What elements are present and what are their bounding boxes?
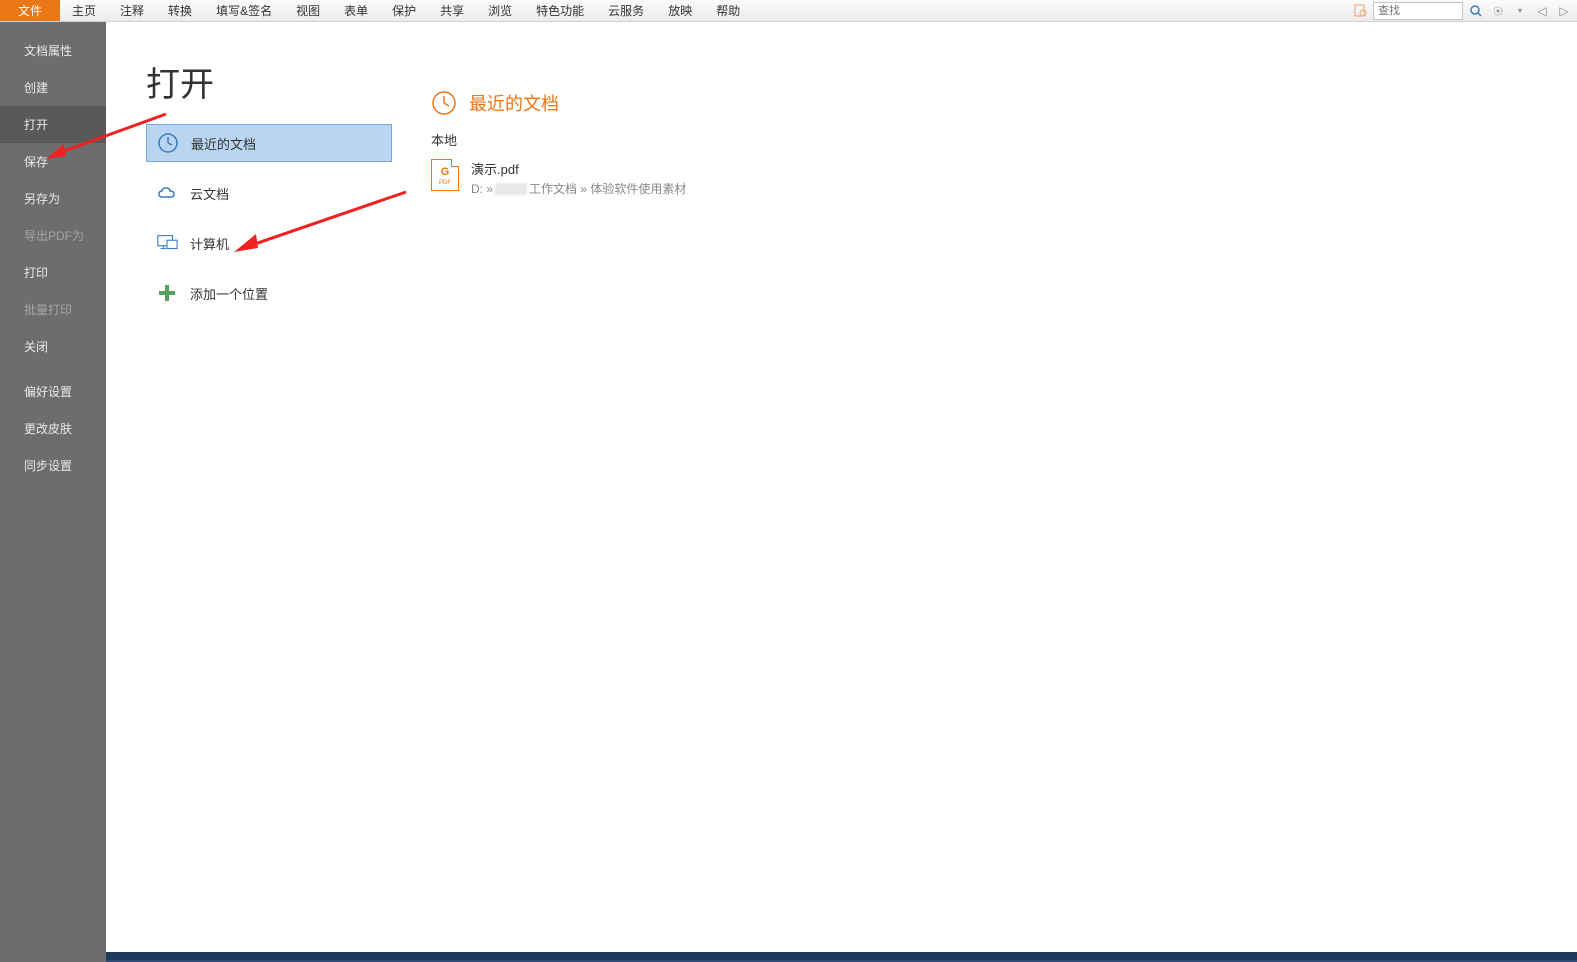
gear-icon[interactable] <box>1489 2 1507 20</box>
sidebar-item-save[interactable]: 保存 <box>0 143 106 180</box>
location-computer[interactable]: 计算机 <box>146 224 392 262</box>
menu-tab-features[interactable]: 特色功能 <box>524 0 596 21</box>
menu-tab-annotate[interactable]: 注释 <box>108 0 156 21</box>
location-label: 最近的文档 <box>191 134 256 153</box>
search-input[interactable] <box>1373 2 1463 20</box>
menu-tab-home[interactable]: 主页 <box>60 0 108 21</box>
section-label-local: 本地 <box>431 130 1577 149</box>
sidebar-item-batchprint[interactable]: 批量打印 <box>0 291 106 328</box>
computer-icon <box>156 232 178 254</box>
menu-tab-file[interactable]: 文件 <box>0 0 60 21</box>
sidebar-item-close[interactable]: 关闭 <box>0 328 106 365</box>
menu-tab-view[interactable]: 视图 <box>284 0 332 21</box>
sidebar-item-sync[interactable]: 同步设置 <box>0 447 106 484</box>
plus-icon <box>156 282 178 304</box>
locations-panel: 打开 最近的文档 云文档 计算机 <box>106 22 396 960</box>
sidebar-item-properties[interactable]: 文档属性 <box>0 32 106 69</box>
menu-tab-slideshow[interactable]: 放映 <box>656 0 704 21</box>
menu-tab-help[interactable]: 帮助 <box>704 0 752 21</box>
menu-tab-cloud[interactable]: 云服务 <box>596 0 656 21</box>
menu-tab-share[interactable]: 共享 <box>428 0 476 21</box>
nav-next-icon[interactable]: ▷ <box>1555 2 1573 20</box>
page-title: 打开 <box>146 57 396 106</box>
sidebar-item-open[interactable]: 打开 <box>0 106 106 143</box>
file-path: D: » 工作文档 » 体验软件使用素材 <box>471 180 686 197</box>
menu-tab-protect[interactable]: 保护 <box>380 0 428 21</box>
location-add[interactable]: 添加一个位置 <box>146 274 392 312</box>
clock-icon <box>157 132 179 154</box>
clock-icon <box>431 90 457 116</box>
menu-tab-browse[interactable]: 浏览 <box>476 0 524 21</box>
sidebar-item-skin[interactable]: 更改皮肤 <box>0 410 106 447</box>
menubar-right: ▾ ◁ ▷ <box>1353 0 1577 21</box>
menu-tab-convert[interactable]: 转换 <box>156 0 204 21</box>
menubar: 文件 主页 注释 转换 填写&签名 视图 表单 保护 共享 浏览 特色功能 云服… <box>0 0 1577 22</box>
sidebar-item-saveas[interactable]: 另存为 <box>0 180 106 217</box>
menu-tab-fillsign[interactable]: 填写&签名 <box>204 0 284 21</box>
find-icon[interactable] <box>1353 3 1369 19</box>
content: 打开 最近的文档 云文档 计算机 <box>106 22 1577 962</box>
search-icon[interactable] <box>1467 2 1485 20</box>
menu-tab-form[interactable]: 表单 <box>332 0 380 21</box>
location-cloud[interactable]: 云文档 <box>146 174 392 212</box>
pdf-file-icon: G PDF <box>431 159 459 191</box>
chevron-down-icon[interactable]: ▾ <box>1511 2 1529 20</box>
recent-title: 最近的文档 <box>469 90 559 116</box>
sidebar-item-print[interactable]: 打印 <box>0 254 106 291</box>
location-label: 添加一个位置 <box>190 284 268 303</box>
cloud-icon <box>156 182 178 204</box>
recent-header: 最近的文档 <box>431 90 1577 116</box>
recent-file-row[interactable]: G PDF 演示.pdf D: » 工作文档 » 体验软件使用素材 <box>431 155 1577 201</box>
file-name: 演示.pdf <box>471 159 686 178</box>
location-recent[interactable]: 最近的文档 <box>146 124 392 162</box>
location-label: 计算机 <box>190 234 229 253</box>
nav-prev-icon[interactable]: ◁ <box>1533 2 1551 20</box>
sidebar-item-export[interactable]: 导出PDF为 <box>0 217 106 254</box>
sidebar: 文档属性 创建 打开 保存 另存为 导出PDF为 打印 批量打印 关闭 偏好设置… <box>0 22 106 962</box>
sidebar-item-create[interactable]: 创建 <box>0 69 106 106</box>
sidebar-item-preferences[interactable]: 偏好设置 <box>0 373 106 410</box>
location-label: 云文档 <box>190 184 229 203</box>
recent-panel: 最近的文档 本地 G PDF 演示.pdf D: » 工作文档 » 体验软件使用… <box>396 22 1577 960</box>
